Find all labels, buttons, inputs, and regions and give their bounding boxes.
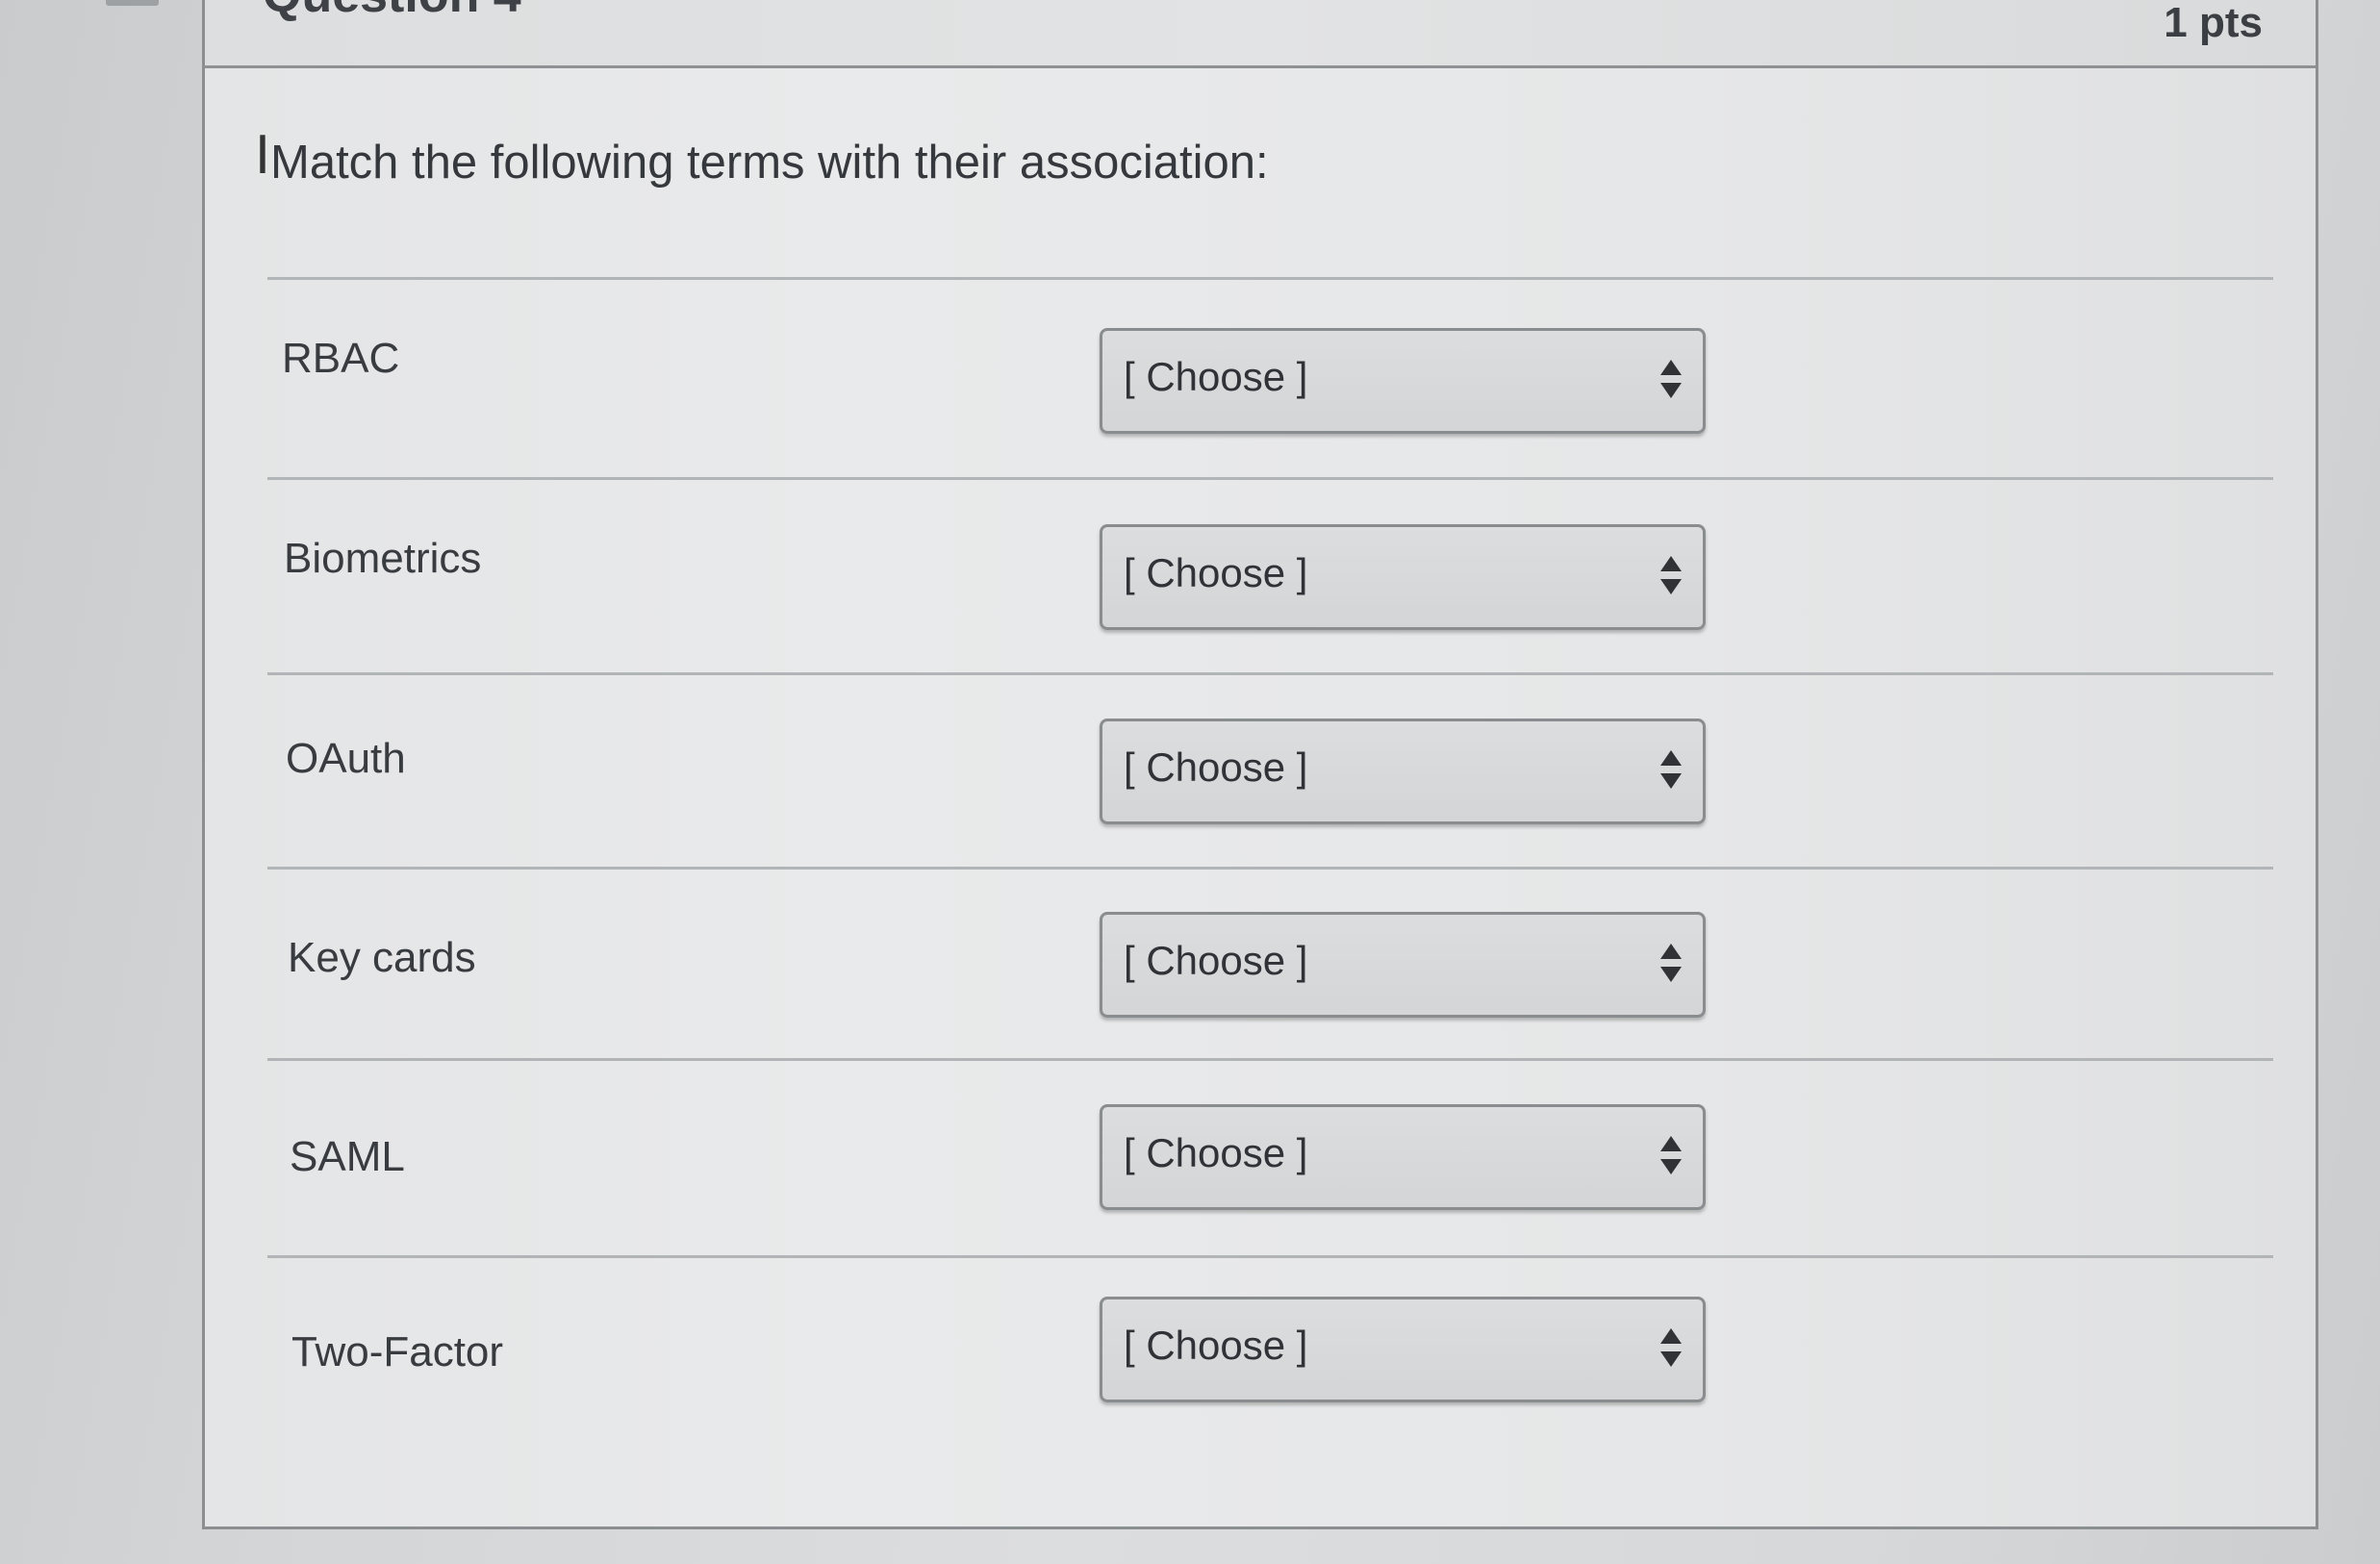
match-select-key-cards[interactable]: [ Choose ]	[1100, 912, 1706, 1018]
select-value: [ Choose ]	[1124, 744, 1308, 790]
term-label-saml: SAML	[290, 1133, 405, 1180]
match-select-rbac[interactable]: [ Choose ]	[1100, 328, 1706, 434]
up-down-arrows-icon	[1660, 750, 1682, 793]
select-value: [ Choose ]	[1124, 1130, 1308, 1175]
divider	[267, 277, 2273, 280]
term-label-oauth: OAuth	[286, 735, 406, 782]
page-edge-decoration	[106, 0, 159, 6]
match-select-saml[interactable]: [ Choose ]	[1100, 1104, 1706, 1210]
up-down-arrows-icon	[1660, 1136, 1682, 1178]
term-label-biometrics: Biometrics	[284, 535, 482, 582]
up-down-arrows-icon	[1660, 1328, 1682, 1371]
term-label-key-cards: Key cards	[288, 934, 476, 981]
question-header: Question 4 1 pts	[205, 0, 2316, 68]
divider	[267, 1255, 2273, 1258]
question-points: 1 pts	[2164, 0, 2263, 46]
up-down-arrows-icon	[1660, 944, 1682, 986]
divider	[267, 477, 2273, 480]
divider	[267, 867, 2273, 870]
select-value: [ Choose ]	[1124, 938, 1308, 983]
term-label-two-factor: Two-Factor	[291, 1328, 504, 1375]
question-prompt: Match the following terms with their ass…	[270, 137, 1269, 189]
term-label-rbac: RBAC	[282, 335, 400, 382]
match-select-two-factor[interactable]: [ Choose ]	[1100, 1297, 1706, 1402]
divider	[267, 672, 2273, 675]
up-down-arrows-icon	[1660, 556, 1682, 598]
question-card: Question 4 1 pts I Match the following t…	[202, 0, 2318, 1529]
divider	[267, 1058, 2273, 1061]
select-value: [ Choose ]	[1124, 354, 1308, 399]
text-cursor-icon: I	[255, 125, 270, 186]
question-title: Question 4	[263, 0, 521, 24]
match-select-biometrics[interactable]: [ Choose ]	[1100, 524, 1706, 630]
up-down-arrows-icon	[1660, 360, 1682, 402]
select-value: [ Choose ]	[1124, 1323, 1308, 1368]
select-value: [ Choose ]	[1124, 550, 1308, 595]
match-select-oauth[interactable]: [ Choose ]	[1100, 719, 1706, 824]
